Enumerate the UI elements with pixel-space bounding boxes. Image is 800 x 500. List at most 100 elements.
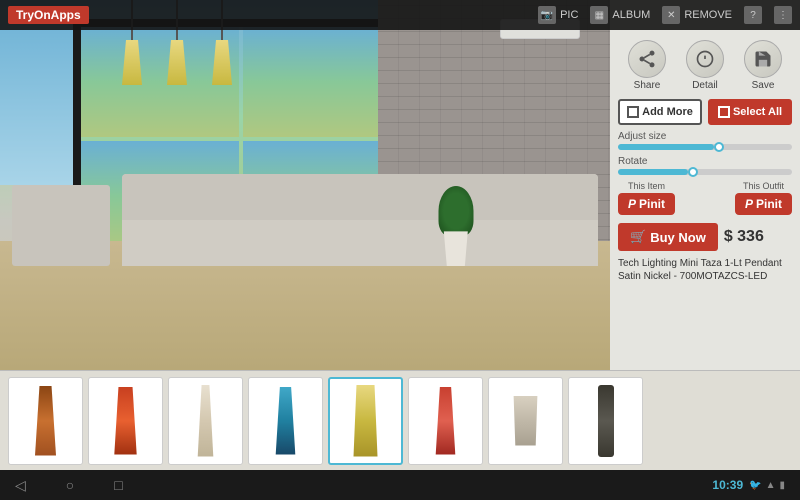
action-buttons-row: Add More Select All [618, 99, 792, 125]
this-outfit-pinit-label: Pinit [756, 197, 782, 211]
album-label: ALBUM [612, 9, 650, 21]
menu-icon: ⋮ [774, 6, 792, 24]
this-item-pinit-button[interactable]: P Pinit [618, 193, 675, 215]
thumb-4[interactable] [248, 377, 323, 465]
window-pane-tr [243, 27, 401, 137]
price-display: $ 336 [724, 228, 764, 246]
add-more-label: Add More [642, 106, 693, 118]
buy-now-button[interactable]: 🛒 Buy Now [618, 223, 718, 251]
rotate-fill [618, 169, 688, 175]
panel-icons-row: Share Detail [618, 40, 792, 91]
lamp-thumb-8 [598, 385, 614, 457]
top-toolbar: TryOnApps 📷 PIC ▦ ALBUM ✕ REMOVE ? ⋮ [0, 0, 800, 30]
thumb-8[interactable] [568, 377, 643, 465]
plant-leaves [438, 186, 473, 236]
outfit-pinit-p-icon: P [745, 197, 753, 211]
adjust-size-fill [618, 144, 714, 150]
save-item[interactable]: Save [744, 40, 782, 91]
product-name: Tech Lighting Mini Taza 1-Lt Pendant Sat… [618, 257, 792, 283]
add-checkbox-icon [627, 106, 639, 118]
save-label: Save [752, 80, 775, 91]
buy-now-label: Buy Now [650, 230, 706, 245]
lamp-thumb-5 [351, 385, 381, 457]
lamp-thumb-7 [509, 396, 543, 446]
right-panel: Share Detail [610, 0, 800, 370]
add-more-button[interactable]: Add More [618, 99, 702, 125]
plant-pot [441, 231, 471, 266]
lamp-thumb-1 [31, 386, 61, 456]
app-container: TryOnApps 📷 PIC ▦ ALBUM ✕ REMOVE ? ⋮ [0, 0, 800, 500]
select-all-label: Select All [733, 106, 782, 118]
bottom-thumbnails [0, 370, 800, 470]
plant [436, 186, 476, 266]
select-checkbox-icon [718, 106, 730, 118]
this-item-label: This Item [628, 181, 665, 191]
detail-icon [686, 40, 724, 78]
adjust-size-section: Adjust size [618, 131, 792, 150]
help-icon: ? [744, 6, 762, 24]
remove-button[interactable]: ✕ REMOVE [662, 6, 732, 24]
save-icon [744, 40, 782, 78]
cart-icon: 🛒 [630, 229, 646, 245]
thumb-6[interactable] [408, 377, 483, 465]
this-item-pinit-label: Pinit [639, 197, 665, 211]
adjust-size-thumb[interactable] [714, 142, 724, 152]
pic-button[interactable]: 📷 PIC [538, 6, 578, 24]
adjust-size-track[interactable] [618, 144, 792, 150]
wifi-icon: ▲ [766, 480, 776, 491]
android-nav-bar: ◁ ○ □ 10:39 🐦 ▲ ▮ [0, 470, 800, 500]
shade-3 [212, 40, 232, 85]
thumb-7[interactable] [488, 377, 563, 465]
pinit-row: This Item P Pinit This Outfit P Pinit [618, 181, 792, 215]
this-outfit-label: This Outfit [743, 181, 784, 191]
share-icon [628, 40, 666, 78]
lamp-thumb-2 [112, 387, 140, 455]
rotate-label: Rotate [618, 156, 792, 167]
select-all-button[interactable]: Select All [708, 99, 792, 125]
thumb-2[interactable] [88, 377, 163, 465]
rotate-track[interactable] [618, 169, 792, 175]
thumb-3[interactable] [168, 377, 243, 465]
android-nav-buttons: ◁ ○ □ [15, 477, 123, 494]
adjust-size-label: Adjust size [618, 131, 792, 142]
thumb-5[interactable] [328, 377, 403, 465]
rotate-thumb[interactable] [688, 167, 698, 177]
menu-button[interactable]: ⋮ [774, 6, 792, 24]
buy-row: 🛒 Buy Now $ 336 [618, 223, 792, 251]
brand-badge: TryOnApps [8, 6, 89, 24]
room-background [0, 0, 610, 370]
twitter-icon: 🐦 [749, 480, 761, 491]
this-outfit-col: This Outfit P Pinit [735, 181, 792, 215]
recents-button[interactable]: □ [114, 477, 122, 493]
shade-2 [167, 40, 187, 85]
lamp-thumb-6 [432, 387, 460, 455]
rotate-section: Rotate [618, 156, 792, 175]
this-item-col: This Item P Pinit [618, 181, 675, 215]
this-outfit-pinit-button[interactable]: P Pinit [735, 193, 792, 215]
detail-item[interactable]: Detail [686, 40, 724, 91]
home-button[interactable]: ○ [66, 477, 74, 493]
status-icons: 🐦 ▲ ▮ [749, 480, 785, 491]
battery-icon: ▮ [779, 480, 785, 491]
remove-icon: ✕ [662, 6, 680, 24]
pic-label: PIC [560, 9, 578, 21]
lamp-thumb-4 [272, 387, 300, 455]
status-bar: 10:39 🐦 ▲ ▮ [712, 478, 785, 492]
clock: 10:39 [712, 478, 743, 492]
help-button[interactable]: ? [744, 6, 762, 24]
share-label: Share [634, 80, 661, 91]
share-item[interactable]: Share [628, 40, 666, 91]
lamp-thumb-3 [193, 385, 219, 457]
remove-label: REMOVE [684, 9, 732, 21]
chair [12, 185, 110, 266]
album-button[interactable]: ▦ ALBUM [590, 6, 650, 24]
shade-1 [122, 40, 142, 85]
thumb-1[interactable] [8, 377, 83, 465]
sofa-seat [122, 220, 598, 266]
album-icon: ▦ [590, 6, 608, 24]
camera-icon: 📷 [538, 6, 556, 24]
pinit-p-icon: P [628, 197, 636, 211]
detail-label: Detail [692, 80, 718, 91]
sofa [122, 174, 598, 267]
back-button[interactable]: ◁ [15, 477, 26, 494]
